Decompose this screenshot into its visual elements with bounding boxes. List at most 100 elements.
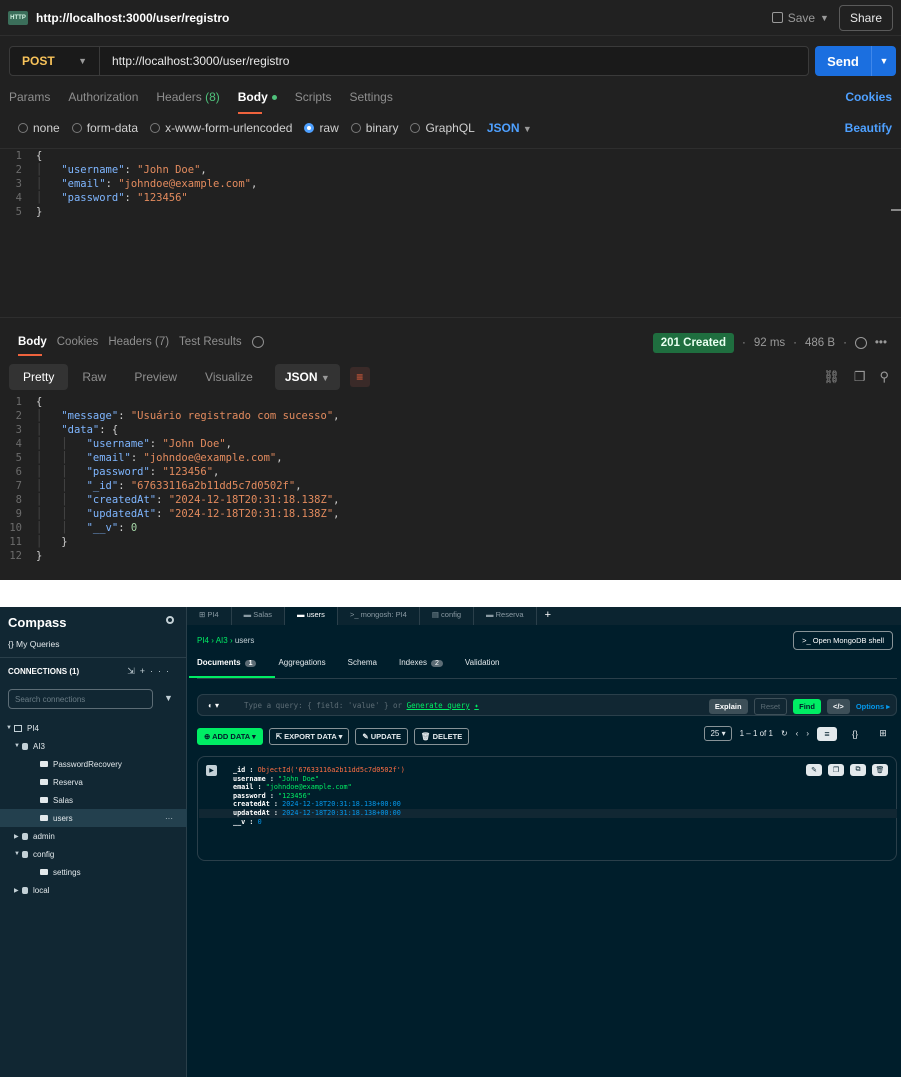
format-pretty[interactable]: Pretty [9, 364, 69, 390]
search-connections-input[interactable]: Search connections [8, 689, 153, 709]
url-input[interactable]: http://localhost:3000/user/registro [100, 54, 289, 68]
code-view-button[interactable]: </> [826, 699, 850, 714]
wrap-lines-icon[interactable]: ≡ [349, 367, 370, 387]
response-size[interactable]: 486 B [805, 337, 835, 349]
more-options-icon[interactable]: ••• [875, 337, 887, 349]
resp-tab-test-results[interactable]: Test Results [179, 336, 242, 348]
search-icon[interactable]: ⚲ [879, 369, 889, 385]
delete-icon[interactable]: 🗑 [872, 764, 888, 776]
method-select[interactable]: POST ▼ [10, 47, 100, 75]
expand-icon[interactable]: ▶ [206, 765, 217, 776]
body-format-select[interactable]: JSON ▼ [487, 121, 532, 135]
list-view-icon[interactable]: ≡ [817, 726, 837, 741]
cookies-link[interactable]: Cookies [845, 90, 892, 104]
radio-form-data[interactable]: form-data [71, 121, 138, 135]
document-card[interactable]: ▶ _id : ObjectId('67633116a2b11dd5c7d050… [197, 756, 897, 861]
explain-button[interactable]: Explain [708, 699, 748, 714]
json-view-icon[interactable]: {} [845, 727, 865, 741]
chevron-down-icon[interactable]: ▼ [820, 13, 829, 23]
tree-coll-salas[interactable]: Salas [0, 791, 187, 809]
response-format-select[interactable]: JSON ▼ [274, 364, 340, 390]
tab-salas[interactable]: ▬ Salas [232, 607, 285, 625]
tree-db-ai3[interactable]: ▼ AI3 [0, 737, 187, 755]
export-data-button[interactable]: ⇱ EXPORT DATA ▾ [268, 728, 350, 745]
copy-icon[interactable]: ❐ [828, 764, 844, 776]
request-body-editor[interactable]: 1{2 │ "username": "John Doe", 3 │ "email": … [0, 148, 901, 318]
link-icon[interactable]: ⛓ [823, 369, 840, 385]
tree-coll-reserva[interactable]: Reserva [0, 773, 187, 791]
resp-tab-headers[interactable]: Headers (7) [108, 336, 169, 348]
history-icon[interactable] [251, 336, 264, 348]
breadcrumb-db[interactable]: AI3 [216, 636, 228, 645]
subtab-aggregations[interactable]: Aggregations [278, 658, 325, 667]
refresh-icon[interactable]: ↻ [781, 729, 788, 738]
send-options-chevron-icon[interactable]: ▼ [871, 46, 896, 76]
radio-graphql[interactable]: GraphQL [410, 121, 475, 135]
collapse-icon[interactable]: ⇲ [127, 666, 140, 676]
tab-headers[interactable]: Headers (8) [156, 90, 219, 110]
response-time[interactable]: 92 ms [754, 337, 785, 349]
add-data-button[interactable]: ⊕ ADD DATA ▾ [197, 728, 263, 745]
tab-reserva[interactable]: ▬ Reserva [474, 607, 537, 625]
edit-icon[interactable]: ✎ [806, 764, 822, 776]
format-preview[interactable]: Preview [120, 364, 191, 390]
format-raw[interactable]: Raw [68, 364, 120, 390]
tree-db-local[interactable]: ▶ local [0, 881, 187, 899]
resp-tab-body[interactable]: Body [18, 336, 47, 356]
tab-mongosh[interactable]: >_ mongosh: PI4 [338, 607, 420, 625]
table-view-icon[interactable]: ⊞ [873, 727, 893, 741]
radio-binary[interactable]: binary [350, 121, 398, 135]
add-connection-icon[interactable]: + [140, 666, 150, 676]
copy-icon[interactable]: ❐ [854, 369, 866, 385]
filter-icon[interactable]: ▼ [164, 693, 173, 703]
tab-params[interactable]: Params [9, 90, 50, 110]
send-button[interactable]: Send ▼ [815, 46, 896, 76]
more-icon[interactable]: ··· [165, 814, 173, 823]
save-button[interactable]: Save ▼ [771, 11, 829, 25]
prev-page-icon[interactable]: ‹ [796, 729, 799, 738]
subtab-schema[interactable]: Schema [348, 658, 377, 667]
clone-icon[interactable]: ⧉ [850, 764, 866, 776]
resp-tab-cookies[interactable]: Cookies [57, 336, 99, 348]
request-title[interactable]: http://localhost:3000/user/registro [36, 11, 229, 25]
tab-pi4[interactable]: ⊞ PI4 [187, 607, 232, 625]
share-button[interactable]: Share [838, 4, 893, 31]
query-history-icon[interactable]: ◐ ▾ [208, 701, 219, 710]
new-tab-icon[interactable]: + [537, 607, 559, 625]
radio-urlencoded[interactable]: x-www-form-urlencoded [150, 121, 292, 135]
options-button[interactable]: Options ▸ [856, 702, 890, 711]
editor-scrollbar[interactable] [891, 209, 901, 211]
tree-db-admin[interactable]: ▶ admin [0, 827, 187, 845]
tree-coll-settings[interactable]: settings [0, 863, 187, 881]
tree-connection-pi4[interactable]: ▼ PI4 [0, 719, 187, 737]
tree-db-config[interactable]: ▼ config [0, 845, 187, 863]
page-size-select[interactable]: 25 ▾ [704, 726, 732, 741]
subtab-validation[interactable]: Validation [465, 658, 500, 667]
gear-icon[interactable] [166, 616, 174, 624]
radio-none[interactable]: none [18, 121, 60, 135]
response-body-viewer[interactable]: 1{2 │ "message": "Usuário registrado com … [0, 395, 901, 563]
tab-scripts[interactable]: Scripts [295, 90, 332, 110]
format-visualize[interactable]: Visualize [191, 364, 267, 390]
status-badge[interactable]: 201 Created [652, 333, 734, 353]
tab-body[interactable]: Body [237, 90, 277, 114]
tree-coll-passwordrecovery[interactable]: PasswordRecovery [0, 755, 187, 773]
my-queries-link[interactable]: {} My Queries [8, 639, 60, 649]
radio-raw[interactable]: raw [304, 121, 339, 135]
open-shell-button[interactable]: >_ Open MongoDB shell [793, 631, 893, 650]
tab-settings[interactable]: Settings [349, 90, 392, 110]
query-input[interactable]: Type a query: { field: 'value' } or Gene… [244, 701, 479, 710]
tab-users[interactable]: ▬ users [285, 607, 338, 625]
delete-button[interactable]: 🗑 DELETE [414, 728, 470, 745]
breadcrumb-connection[interactable]: PI4 [197, 636, 209, 645]
globe-icon[interactable] [854, 337, 867, 349]
generate-query-link[interactable]: Generate query [407, 701, 470, 710]
update-button[interactable]: ✎ UPDATE [355, 728, 408, 745]
tab-authorization[interactable]: Authorization [68, 90, 138, 110]
find-button[interactable]: Find [793, 699, 821, 714]
tab-config[interactable]: ▤ config [420, 607, 475, 625]
subtab-indexes[interactable]: Indexes 2 [399, 658, 443, 667]
subtab-documents[interactable]: Documents 1 [188, 658, 276, 678]
tree-coll-users[interactable]: users ··· [0, 809, 187, 827]
reset-button[interactable]: Reset [753, 698, 788, 715]
